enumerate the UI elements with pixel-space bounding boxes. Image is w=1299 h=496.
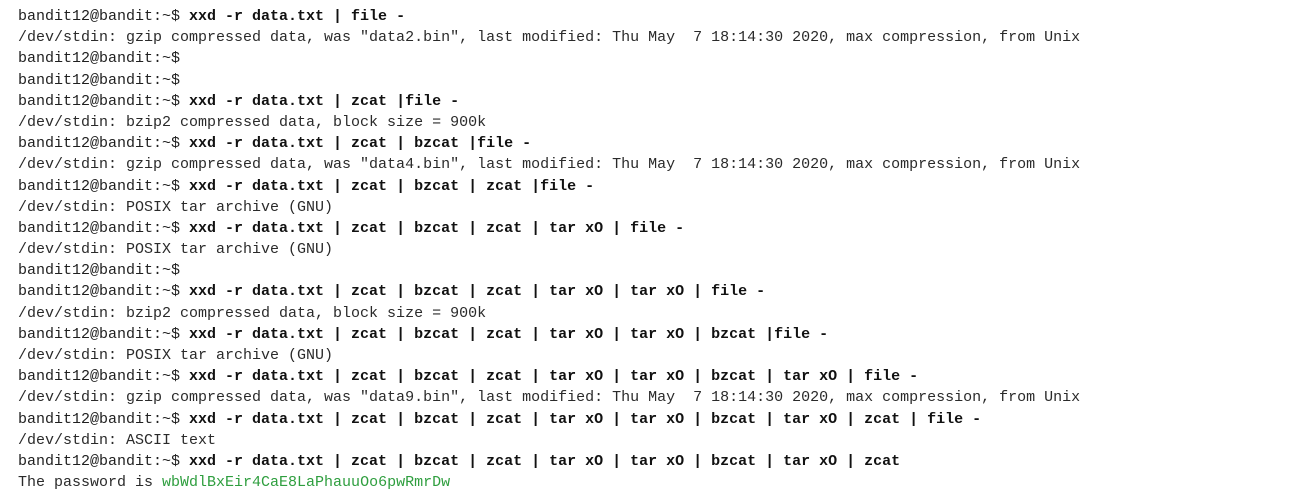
command-line: bandit12@bandit:~$ xxd -r data.txt | zca… (18, 218, 1293, 239)
shell-prompt: bandit12@bandit:~$ (18, 283, 190, 301)
output-line: /dev/stdin: gzip compressed data, was "d… (18, 27, 1293, 48)
output-text: /dev/stdin: gzip compressed data, was "d… (18, 389, 1081, 407)
shell-prompt: bandit12@bandit:~$ (18, 177, 190, 195)
command-line: bandit12@bandit:~$ (18, 48, 1293, 69)
terminal-output[interactable]: bandit12@bandit:~$ xxd -r data.txt | fil… (18, 6, 1293, 493)
shell-prompt: bandit12@bandit:~$ (18, 452, 190, 470)
output-line: /dev/stdin: ASCII text (18, 430, 1293, 451)
output-text: /dev/stdin: ASCII text (18, 431, 217, 449)
shell-prompt: bandit12@bandit:~$ (18, 325, 190, 343)
command-line: bandit12@bandit:~$ xxd -r data.txt | zca… (18, 133, 1293, 154)
output-text: /dev/stdin: bzip2 compressed data, block… (18, 113, 487, 131)
output-line: /dev/stdin: bzip2 compressed data, block… (18, 112, 1293, 133)
output-text: /dev/stdin: POSIX tar archive (GNU) (18, 241, 334, 259)
password-value: wbWdlBxEir4CaE8LaPhauuOo6pwRmrDw (162, 474, 451, 492)
command-line: bandit12@bandit:~$ xxd -r data.txt | zca… (18, 176, 1293, 197)
command-line: bandit12@bandit:~$ (18, 70, 1293, 91)
output-line: /dev/stdin: POSIX tar archive (GNU) (18, 239, 1293, 260)
command-line: bandit12@bandit:~$ xxd -r data.txt | zca… (18, 366, 1293, 387)
shell-prompt: bandit12@bandit:~$ (18, 219, 190, 237)
command-line: bandit12@bandit:~$ xxd -r data.txt | zca… (18, 281, 1293, 302)
shell-prompt: bandit12@bandit:~$ (18, 410, 190, 428)
output-text: /dev/stdin: POSIX tar archive (GNU) (18, 198, 334, 216)
shell-prompt: bandit12@bandit:~$ (18, 92, 190, 110)
shell-prompt: bandit12@bandit:~$ (18, 71, 181, 89)
command-text: xxd -r data.txt | zcat | bzcat |file - (189, 135, 532, 153)
command-line: bandit12@bandit:~$ xxd -r data.txt | fil… (18, 6, 1293, 27)
command-text: xxd -r data.txt | zcat | bzcat | zcat | … (189, 325, 829, 343)
output-line: /dev/stdin: gzip compressed data, was "d… (18, 154, 1293, 175)
command-text: xxd -r data.txt | zcat | bzcat | zcat | … (189, 283, 766, 301)
output-text: The password is (18, 474, 163, 492)
command-line: bandit12@bandit:~$ xxd -r data.txt | zca… (18, 324, 1293, 345)
shell-prompt: bandit12@bandit:~$ (18, 135, 190, 153)
command-text: xxd -r data.txt | zcat |file - (189, 92, 460, 110)
output-text: /dev/stdin: gzip compressed data, was "d… (18, 156, 1081, 174)
command-text: xxd -r data.txt | zcat | bzcat | zcat |f… (189, 177, 595, 195)
output-line: /dev/stdin: bzip2 compressed data, block… (18, 303, 1293, 324)
password-line: The password is wbWdlBxEir4CaE8LaPhauuOo… (18, 472, 1293, 493)
output-text: /dev/stdin: gzip compressed data, was "d… (18, 29, 1081, 47)
shell-prompt: bandit12@bandit:~$ (18, 8, 190, 25)
shell-prompt: bandit12@bandit:~$ (18, 368, 190, 386)
command-line: bandit12@bandit:~$ xxd -r data.txt | zca… (18, 409, 1293, 430)
command-line: bandit12@bandit:~$ xxd -r data.txt | zca… (18, 451, 1293, 472)
output-line: /dev/stdin: gzip compressed data, was "d… (18, 387, 1293, 408)
command-line: bandit12@bandit:~$ (18, 260, 1293, 281)
shell-prompt: bandit12@bandit:~$ (18, 262, 181, 280)
command-text: xxd -r data.txt | zcat | bzcat | zcat | … (189, 368, 919, 386)
command-line: bandit12@bandit:~$ xxd -r data.txt | zca… (18, 91, 1293, 112)
output-line: /dev/stdin: POSIX tar archive (GNU) (18, 345, 1293, 366)
shell-prompt: bandit12@bandit:~$ (18, 50, 181, 68)
command-text: xxd -r data.txt | zcat | bzcat | zcat | … (189, 219, 685, 237)
output-text: /dev/stdin: POSIX tar archive (GNU) (18, 347, 334, 364)
output-text: /dev/stdin: bzip2 compressed data, block… (18, 304, 487, 322)
command-text: xxd -r data.txt | zcat | bzcat | zcat | … (189, 410, 982, 428)
command-text: xxd -r data.txt | file - (189, 8, 406, 25)
output-line: /dev/stdin: POSIX tar archive (GNU) (18, 197, 1293, 218)
command-text: xxd -r data.txt | zcat | bzcat | zcat | … (189, 452, 901, 470)
